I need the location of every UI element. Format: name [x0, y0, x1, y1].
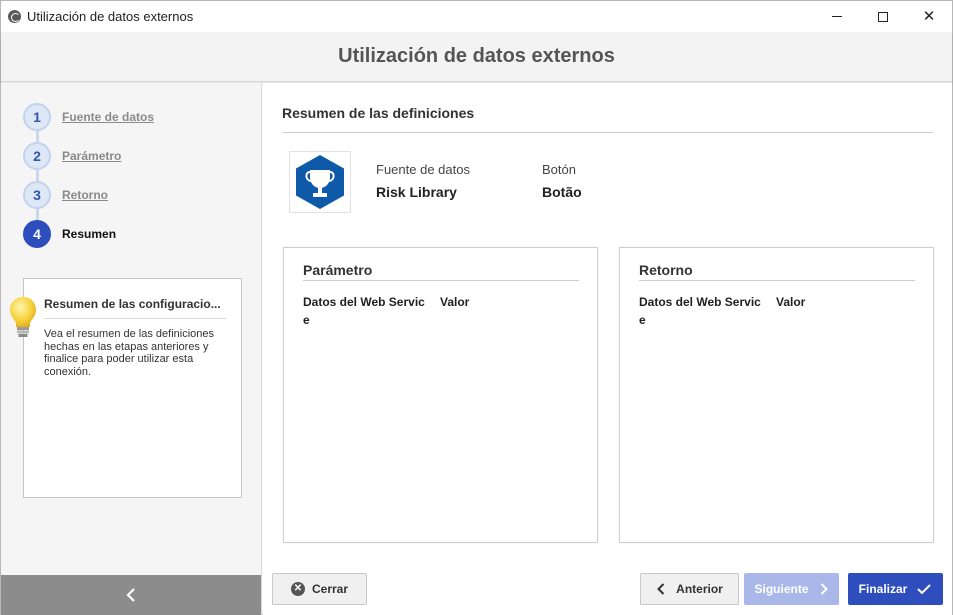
divider	[303, 280, 579, 281]
step-resumen: 4 Resumen	[23, 220, 116, 248]
close-circle-icon: ✕	[290, 582, 305, 596]
step-label[interactable]: Parámetro	[62, 149, 121, 163]
divider	[639, 280, 915, 281]
button-label: Botón	[542, 162, 576, 177]
column-header-line: Datos del Web Servic	[639, 295, 761, 309]
maximize-button[interactable]	[860, 1, 906, 32]
divider	[282, 132, 933, 133]
column-header-valor: Valor	[440, 295, 470, 309]
wizard-sidebar: 1 Fuente de datos 2 Parámetro 3 Retorno …	[1, 83, 262, 615]
panel-title: Parámetro	[303, 262, 373, 278]
column-header-line: e	[639, 313, 646, 327]
page-title: Utilización de datos externos	[338, 45, 615, 67]
step-fuente-de-datos[interactable]: 1 Fuente de datos	[23, 103, 154, 131]
button-label: Anterior	[676, 582, 723, 596]
step-retorno[interactable]: 3 Retorno	[23, 181, 108, 209]
tip-body: Vea el resumen de las definiciones hecha…	[44, 328, 214, 378]
cerrar-button[interactable]: ✕ Cerrar	[272, 573, 367, 605]
section-title: Resumen de las definiciones	[282, 105, 475, 121]
window-title: Utilización de datos externos	[27, 9, 194, 24]
button-value: Botão	[542, 184, 582, 200]
tip-title: Resumen de las configuracio...	[44, 297, 221, 311]
siguiente-button[interactable]: Siguiente	[744, 573, 839, 605]
step-number: 2	[23, 142, 51, 170]
minimize-button[interactable]	[814, 1, 860, 32]
tip-box: Resumen de las configuracio... Vea el re…	[23, 278, 242, 498]
step-number: 1	[23, 103, 51, 131]
step-number: 3	[23, 181, 51, 209]
chevron-left-icon	[126, 588, 135, 602]
button-label: Siguiente	[754, 582, 809, 596]
retorno-panel: Retorno Datos del Web Servic e Valor	[619, 247, 934, 543]
source-label: Fuente de datos	[376, 162, 470, 177]
close-window-button[interactable]: ✕	[906, 1, 952, 32]
steps-connector	[36, 116, 39, 233]
anterior-button[interactable]: Anterior	[640, 573, 739, 605]
step-label[interactable]: Retorno	[62, 188, 108, 202]
column-header-line: e	[303, 313, 310, 327]
button-label: Cerrar	[311, 582, 349, 596]
column-header-valor: Valor	[776, 295, 806, 309]
source-value: Risk Library	[376, 184, 457, 200]
parametro-panel: Parámetro Datos del Web Servic e Valor	[283, 247, 598, 543]
panel-title: Retorno	[639, 262, 693, 278]
divider	[44, 318, 226, 319]
window: Utilización de datos externos ✕ Utilizac…	[0, 0, 953, 615]
column-header-web-service: Datos del Web Servic e	[303, 293, 425, 329]
checkmark-icon	[917, 584, 932, 595]
button-label: Finalizar	[858, 582, 908, 596]
chevron-right-icon	[820, 583, 828, 595]
column-header-web-service: Datos del Web Servic e	[639, 293, 761, 329]
step-label: Resumen	[62, 227, 117, 241]
lightbulb-icon	[10, 297, 36, 337]
maximize-icon	[878, 11, 888, 22]
minimize-icon	[832, 16, 842, 17]
step-number: 4	[23, 220, 51, 248]
step-parametro[interactable]: 2 Parámetro	[23, 142, 121, 170]
column-header-line: Datos del Web Servic	[303, 295, 425, 309]
summary-content: Resumen de las definiciones Fuente de da…	[263, 83, 952, 615]
data-source-logo	[289, 151, 351, 213]
step-label[interactable]: Fuente de datos	[62, 110, 154, 124]
globe-icon	[8, 10, 21, 23]
chevron-left-icon	[657, 583, 665, 595]
trophy-icon	[296, 155, 344, 209]
title-bar: Utilización de datos externos ✕	[1, 1, 952, 32]
close-icon: ✕	[922, 8, 936, 25]
page-header: Utilización de datos externos	[1, 32, 952, 82]
finalizar-button[interactable]: Finalizar	[848, 573, 943, 605]
collapse-sidebar-button[interactable]	[1, 575, 261, 615]
